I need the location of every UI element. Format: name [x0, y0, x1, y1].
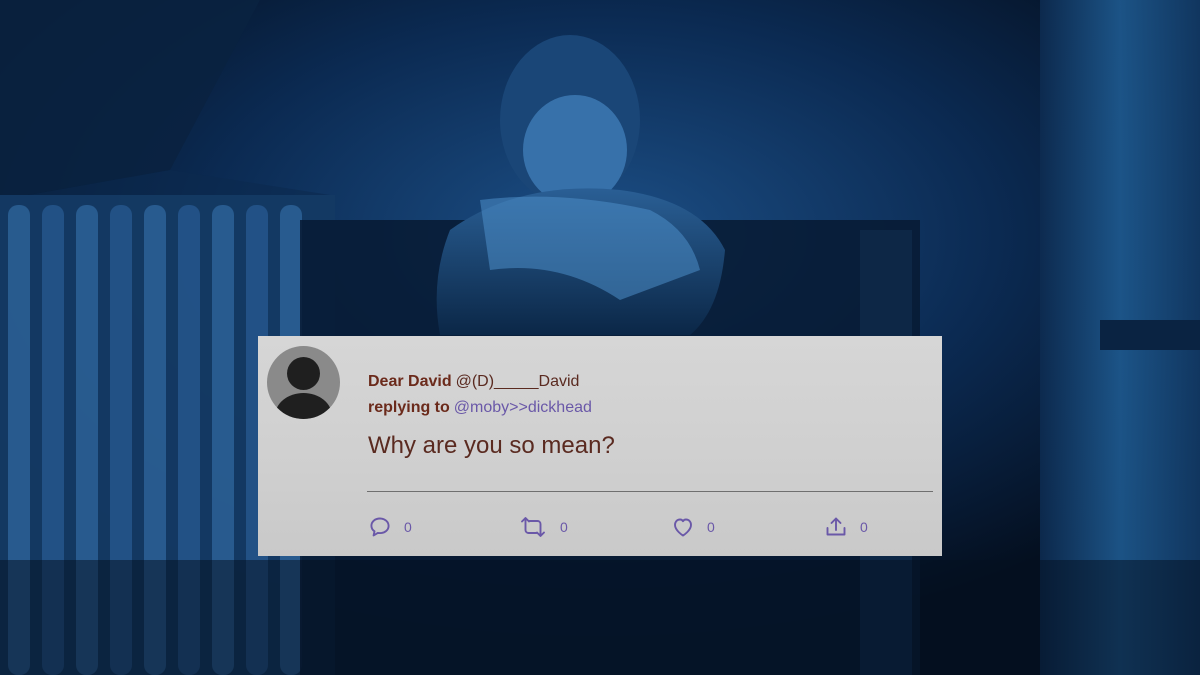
avatar-head — [287, 357, 320, 390]
tweet-text: Why are you so mean? — [368, 432, 615, 459]
tweet-header: Dear David @(D)_____David — [368, 372, 579, 392]
share-button[interactable]: 0 — [824, 514, 868, 540]
reply-button[interactable]: 0 — [368, 514, 412, 540]
retweet-arrows-icon — [521, 517, 545, 537]
share-upload-icon — [826, 517, 846, 536]
tweet-card: Dear David @(D)_____David replying to @mob… — [258, 336, 942, 556]
reply-count: 0 — [404, 519, 412, 535]
comment-bubble-icon — [370, 517, 390, 537]
retweet-count: 0 — [560, 519, 568, 535]
heart-icon — [674, 518, 692, 537]
retweet-button[interactable]: 0 — [518, 514, 568, 540]
reply-handle-link[interactable]: @moby>>dickhead — [454, 399, 592, 416]
share-count: 0 — [860, 519, 868, 535]
like-count: 0 — [707, 519, 715, 535]
user-handle[interactable]: @(D)_____David — [456, 373, 580, 390]
default-avatar-icon[interactable] — [267, 346, 340, 419]
reply-context: replying to @moby>>dickhead — [368, 398, 592, 418]
avatar-body — [275, 393, 332, 419]
like-button[interactable]: 0 — [671, 514, 715, 540]
background-scene: Dear David @(D)_____David replying to @mob… — [0, 0, 1200, 675]
divider — [367, 491, 933, 492]
display-name[interactable]: Dear David — [368, 373, 452, 390]
reply-prefix: replying to — [368, 399, 450, 416]
